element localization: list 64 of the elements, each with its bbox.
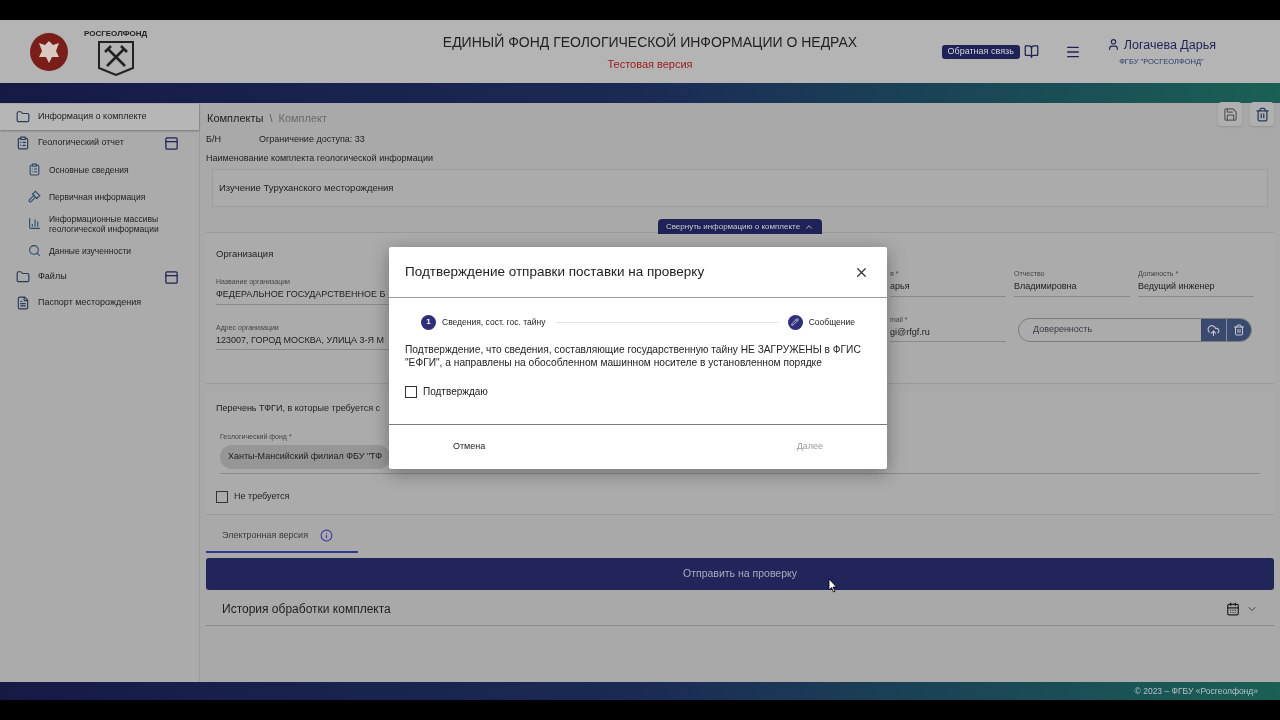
checkbox[interactable] xyxy=(216,490,228,503)
user-name[interactable]: Логачева Дарья xyxy=(1123,35,1216,55)
sidebar-item[interactable]: Информационные массивы геологической информации xyxy=(0,210,199,237)
field-value[interactable]: 123007, ГОРОД МОСКВА, УЛИЦА 3-Я М xyxy=(216,333,392,348)
sidebar-item[interactable]: Геологический отчет xyxy=(0,130,199,156)
collapse-button[interactable]: Свернуть информацию о комплекте xyxy=(657,219,823,234)
field-value[interactable]: ФЕДЕРАЛЬНОЕ ГОСУДАРСТВЕННОЕ Б xyxy=(216,288,392,302)
cancel-button[interactable]: Отмена xyxy=(445,435,494,459)
pencil-icon xyxy=(787,314,803,330)
save-icon xyxy=(1222,106,1238,122)
history-panel[interactable]: История обработки комплекта xyxy=(206,593,1274,626)
submit-button[interactable]: Отправить на проверку xyxy=(206,557,1274,590)
field-value[interactable]: Владимировна xyxy=(1014,280,1130,294)
sidebar-item[interactable]: Информация о комплекте xyxy=(0,104,199,130)
trash-icon xyxy=(1254,106,1270,122)
sidebar-icon xyxy=(28,163,41,176)
cursor-icon xyxy=(828,578,838,593)
sidebar-item[interactable]: Первичная информация xyxy=(0,183,199,210)
step-label: Сведения, сост. гос. тайну xyxy=(442,315,546,329)
sidebar-item[interactable]: Файлы xyxy=(0,264,199,290)
section-title: Перечень ТФГИ, в которые требуется с xyxy=(216,402,382,415)
access-restriction: Ограничение доступа: 33 xyxy=(258,133,365,146)
emblem-icon xyxy=(30,32,68,71)
checkbox-label: Не требуется xyxy=(234,490,290,503)
dialog-message: Подтверждение, что сведения, составляющие государственную тайну НЕ ЗАГРУЖЕНЫ в ФГИС "ЕФГИ", а направлены на обособленном машинном носителе в установленном порядке xyxy=(404,344,862,369)
upload-icon[interactable] xyxy=(1201,319,1227,341)
checkbox[interactable] xyxy=(405,385,417,398)
sidebar-item[interactable]: Данные изученности xyxy=(0,237,199,264)
sidebar-item[interactable]: Паспорт месторождения xyxy=(0,290,199,316)
fund-chip[interactable]: Ханты-Мансийский филиал ФБУ "ТФ xyxy=(220,445,391,469)
breadcrumb-link[interactable]: Комплекты xyxy=(207,109,264,127)
set-name-label: Наименование комплекта геологической информации xyxy=(206,151,434,165)
section-title: Организация xyxy=(216,247,275,261)
logo-caption: РОСГЕОЛФОНД xyxy=(84,27,148,40)
breadcrumb-separator: \ xyxy=(269,110,273,126)
save-button[interactable] xyxy=(1218,102,1242,126)
site-title: ЕДИНЫЙ ФОНД ГЕОЛОГИЧЕСКОЙ ИНФОРМАЦИИ О НЕДРАХ xyxy=(441,32,858,52)
sidebar-icon xyxy=(28,244,41,257)
delete-button[interactable] xyxy=(1250,102,1274,126)
field-value[interactable]: арья xyxy=(890,280,1006,294)
step-number: 1 xyxy=(421,314,436,330)
dialog-title: Подтверждение отправки поставки на проверку xyxy=(405,262,705,281)
test-version-label: Тестовая версия xyxy=(606,57,693,72)
delete-icon[interactable] xyxy=(1227,319,1251,341)
set-name-value: Изучение Туруханского месторождения xyxy=(219,180,394,195)
sidebar-item[interactable]: Основные сведения xyxy=(0,156,199,183)
field-value[interactable]: gi@rfgf.ru xyxy=(890,325,1006,339)
user-icon xyxy=(1106,38,1120,52)
tab[interactable]: Электронная версия xyxy=(206,520,358,553)
feedback-button[interactable]: Обратная связь xyxy=(941,44,1020,59)
field-value[interactable]: Ведущий инженер xyxy=(1138,280,1254,294)
checkbox-label: Подтверждаю xyxy=(423,385,488,399)
info-icon xyxy=(320,529,333,542)
copyright: © 2023 – ФГБУ «Росгеолфонд» xyxy=(1134,684,1258,698)
sidebar-icon xyxy=(28,190,41,203)
panel-icon xyxy=(164,135,179,151)
panel-icon xyxy=(164,269,179,285)
hammers-logo xyxy=(96,39,135,76)
calendar-icon xyxy=(1226,602,1240,616)
history-title: История обработки комплекта xyxy=(222,601,392,618)
sidebar-icon xyxy=(28,217,41,230)
set-number: Б/Н xyxy=(206,133,221,146)
step-label: Сообщение xyxy=(808,315,855,329)
book-icon xyxy=(1023,44,1039,59)
